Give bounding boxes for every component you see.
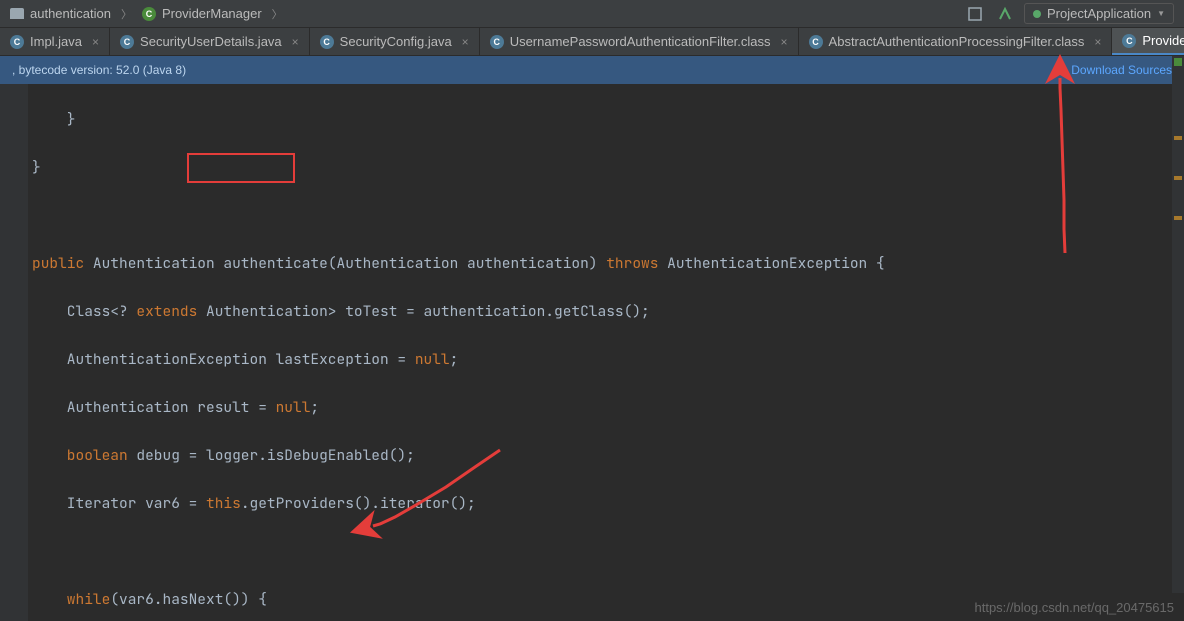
code-text: Authentication result =	[32, 398, 276, 417]
tab-security-config[interactable]: SecurityConfig.java ×	[310, 28, 480, 55]
code-keyword: public	[32, 254, 84, 273]
run-dot-icon	[1033, 10, 1041, 18]
download-sources-link[interactable]: Download Sources	[1071, 63, 1172, 77]
code-text: Authentication> toTest = authentication.…	[197, 302, 649, 321]
code-text: }	[32, 158, 41, 177]
compiled-class-icon	[1122, 34, 1136, 48]
watermark-text: https://blog.csdn.net/qq_20475615	[975, 600, 1175, 615]
run-configuration-dropdown[interactable]: ProjectApplication ▼	[1024, 3, 1174, 24]
code-text: Iterator var6 =	[32, 494, 206, 513]
code-text: authenticate	[223, 254, 327, 273]
tab-username-password-filter[interactable]: UsernamePasswordAuthenticationFilter.cla…	[480, 28, 799, 55]
close-icon[interactable]: ×	[92, 35, 99, 49]
class-icon: C	[142, 7, 156, 21]
toolbar-right: ProjectApplication ▼	[964, 3, 1184, 25]
folder-icon	[10, 8, 24, 19]
code-keyword: while	[32, 590, 110, 609]
breadcrumb-label: ProviderManager	[162, 6, 262, 21]
breadcrumb-label: authentication	[30, 6, 111, 21]
breadcrumb-bar: authentication 〉 C ProviderManager 〉 Pro…	[0, 0, 1184, 28]
close-icon[interactable]: ×	[1094, 35, 1101, 49]
tab-impl[interactable]: Impl.java ×	[0, 28, 110, 55]
tab-label: UsernamePasswordAuthenticationFilter.cla…	[510, 34, 771, 49]
tab-abstract-auth-filter[interactable]: AbstractAuthenticationProcessingFilter.c…	[799, 28, 1113, 55]
code-text: Class<?	[32, 302, 136, 321]
close-icon[interactable]: ×	[781, 35, 788, 49]
chevron-right-icon: 〉	[270, 6, 285, 22]
warning-marker[interactable]	[1174, 136, 1182, 140]
editor-tab-bar: Impl.java × SecurityUserDetails.java × S…	[0, 28, 1184, 56]
chevron-right-icon: 〉	[119, 6, 134, 22]
java-class-icon	[120, 35, 134, 49]
code-keyword: throws	[606, 254, 658, 273]
breadcrumb-item-providermanager[interactable]: C ProviderManager	[138, 6, 266, 21]
code-keyword: extends	[136, 302, 197, 321]
code-keyword: null	[415, 350, 450, 369]
code-text: (Authentication authentication)	[328, 254, 606, 273]
warning-marker[interactable]	[1174, 176, 1182, 180]
breadcrumb: authentication 〉 C ProviderManager 〉	[6, 6, 285, 22]
code-text: ;	[310, 398, 319, 417]
chevron-down-icon: ▼	[1157, 9, 1165, 18]
code-editor[interactable]: } } public Authentication authenticate(A…	[0, 84, 1184, 621]
screenshot-icon[interactable]	[964, 3, 986, 25]
tab-label: AbstractAuthenticationProcessingFilter.c…	[829, 34, 1085, 49]
warning-marker[interactable]	[1174, 216, 1182, 220]
code-keyword: this	[206, 494, 241, 513]
java-class-icon	[320, 35, 334, 49]
code-keyword: boolean	[32, 446, 128, 465]
tab-security-user-details[interactable]: SecurityUserDetails.java ×	[110, 28, 310, 55]
code-text: AuthenticationException {	[658, 254, 884, 273]
close-icon[interactable]: ×	[292, 35, 299, 49]
code-area[interactable]: } } public Authentication authenticate(A…	[28, 84, 1184, 621]
close-icon[interactable]: ×	[462, 35, 469, 49]
breadcrumb-item-authentication[interactable]: authentication	[6, 6, 115, 21]
code-text: ;	[450, 350, 459, 369]
decompiled-info-bar: , bytecode version: 52.0 (Java 8) Downlo…	[0, 56, 1184, 84]
tab-label: SecurityConfig.java	[340, 34, 452, 49]
code-text: .getProviders().iterator();	[241, 494, 476, 513]
compiled-class-icon	[490, 35, 504, 49]
code-text: (var6.hasNext()) {	[110, 590, 267, 609]
compiled-class-icon	[809, 35, 823, 49]
error-stripe[interactable]	[1172, 56, 1184, 593]
tab-label: SecurityUserDetails.java	[140, 34, 282, 49]
code-keyword: null	[276, 398, 311, 417]
info-bar-text: , bytecode version: 52.0 (Java 8)	[12, 63, 186, 77]
code-text: }	[32, 110, 76, 129]
tab-label: ProviderManager.class	[1142, 33, 1184, 48]
code-text: debug = logger.isDebugEnabled();	[128, 446, 415, 465]
build-icon[interactable]	[994, 3, 1016, 25]
tab-provider-manager[interactable]: ProviderManager.class ×	[1112, 28, 1184, 55]
analysis-ok-icon	[1174, 58, 1182, 66]
tab-label: Impl.java	[30, 34, 82, 49]
run-config-label: ProjectApplication	[1047, 6, 1151, 21]
editor-gutter	[0, 84, 28, 621]
code-text: Authentication	[84, 254, 223, 273]
code-text: AuthenticationException lastException =	[32, 350, 415, 369]
java-class-icon	[10, 35, 24, 49]
